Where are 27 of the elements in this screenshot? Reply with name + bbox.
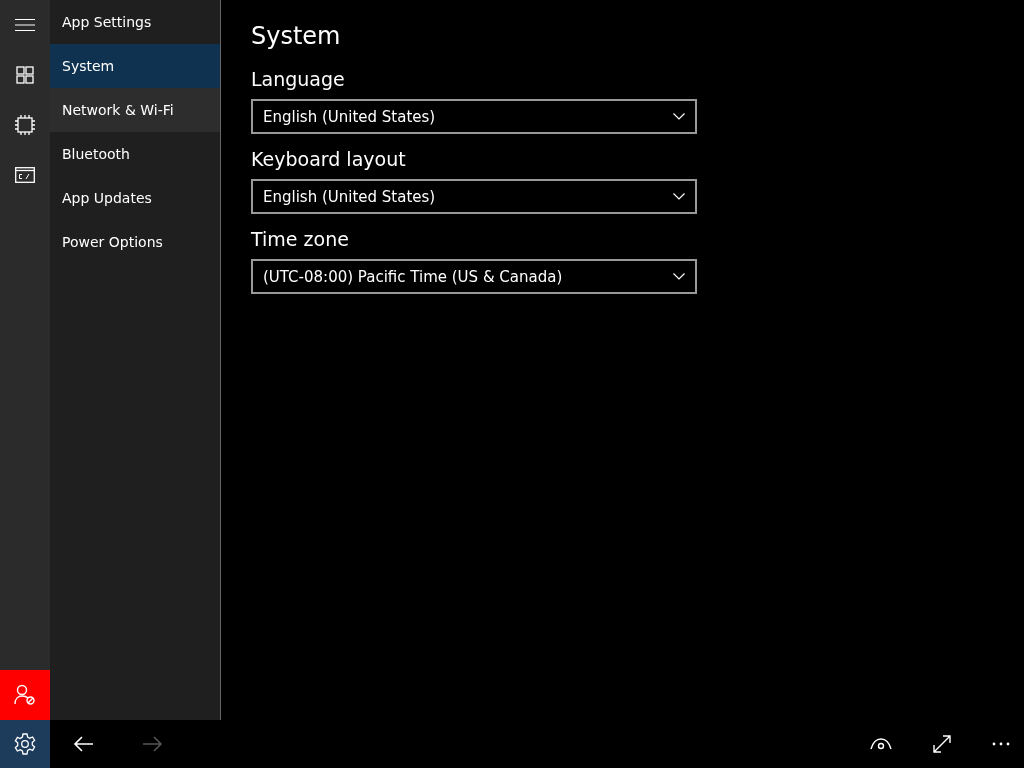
- chevron-down-icon: [673, 193, 685, 200]
- sidebar-item[interactable]: App Updates: [50, 176, 220, 220]
- grid-icon[interactable]: [16, 66, 34, 84]
- chevron-down-icon: [673, 113, 685, 120]
- field-label: Keyboard layout: [251, 148, 406, 170]
- field-label: Language: [251, 68, 345, 90]
- dropdown[interactable]: (UTC-08:00) Pacific Time (US & Canada): [251, 259, 697, 294]
- menu-icon[interactable]: [15, 19, 35, 31]
- settings-icon[interactable]: [14, 733, 36, 755]
- sidebar-item[interactable]: Power Options: [50, 220, 220, 264]
- user-blocked-icon[interactable]: [14, 684, 36, 706]
- sidebar-item[interactable]: System: [50, 44, 220, 88]
- command-prompt-icon[interactable]: [15, 167, 35, 183]
- chevron-down-icon: [673, 273, 685, 280]
- sidebar-item[interactable]: Bluetooth: [50, 132, 220, 176]
- expand-icon[interactable]: [932, 734, 952, 754]
- sidebar-item[interactable]: Network & Wi-Fi: [50, 88, 220, 132]
- chip-icon[interactable]: [15, 115, 35, 135]
- settings-tile[interactable]: [0, 720, 50, 768]
- dropdown[interactable]: English (United States): [251, 179, 697, 214]
- more-icon[interactable]: [992, 742, 1010, 746]
- field-label: Time zone: [251, 228, 349, 250]
- eye-icon[interactable]: [870, 738, 892, 750]
- back-arrow-icon[interactable]: [73, 734, 95, 754]
- dropdown[interactable]: English (United States): [251, 99, 697, 134]
- sidebar-title: App Settings: [62, 14, 152, 30]
- page-title: System: [251, 22, 341, 50]
